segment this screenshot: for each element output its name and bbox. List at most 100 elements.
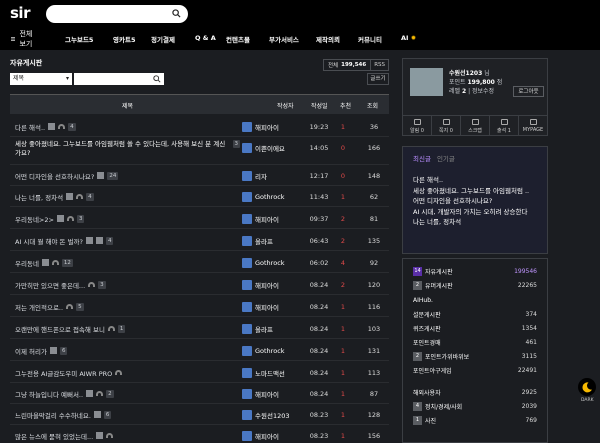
board-list-item[interactable]: 4 정치/경제/사회 2039 [403, 400, 547, 413]
latest-item[interactable]: 세상 좋아졌네요. 그누보드를 아임웹처럼 .. [413, 186, 543, 197]
edit-info-link[interactable]: 정보수정 [472, 88, 494, 95]
write-button[interactable]: 글쓰기 [367, 73, 389, 85]
post-title[interactable]: 그누전용 AI글감도우미 AIWR PRO [15, 362, 240, 383]
board-name[interactable]: 해외사용자 [413, 388, 441, 397]
nav-ai[interactable]: AI ✹ [401, 34, 416, 42]
author-name[interactable]: Gothrock [255, 259, 285, 267]
nav-gnuboard5[interactable]: 그누보드5 [65, 34, 93, 44]
latest-item[interactable]: AI 시대, 개발자의 가치는 오히려 상승한다 [413, 207, 543, 218]
board-name[interactable]: 퀴즈게시판 [413, 324, 441, 333]
alarm-button[interactable]: 알림 0 [403, 116, 432, 136]
table-row[interactable]: 어떤 디자인을 선호하시나요? 24 리자 12:17 0 148 [10, 165, 389, 186]
table-row[interactable]: 느린마을막걸리 수수하네요. 6 수원선1203 08.23 1 128 [10, 404, 389, 425]
author-name[interactable]: 올라프 [255, 324, 273, 334]
author-name[interactable]: 해피아이 [255, 389, 279, 399]
table-row[interactable]: 이제 허리가 6 Gothrock 08.24 1 131 [10, 340, 389, 361]
table-row[interactable]: 그냥 하늘입니다 예뻐서.. 2 해피아이 08.24 1 87 [10, 383, 389, 404]
board-name[interactable]: 자유게시판 [425, 267, 453, 276]
author-name[interactable]: 해피아이 [255, 122, 279, 132]
moon-icon[interactable] [578, 378, 596, 396]
post-title[interactable]: 느린마을막걸리 수수하네요. 6 [15, 404, 240, 425]
table-row[interactable]: 많은 뉴스에 묻혀 있었는데... 해피아이 08.23 1 156 [10, 425, 389, 443]
table-row[interactable]: 나는 너를, 정차석 4 Gothrock 11:43 1 62 [10, 186, 389, 207]
nav-qna[interactable]: Q & A [195, 34, 216, 42]
post-title-text[interactable]: 그누전용 AI글감도우미 AIWR PRO [15, 368, 112, 378]
author-name[interactable]: Gothrock [255, 193, 285, 201]
post-title[interactable]: 그냥 하늘입니다 예뻐서.. 2 [15, 383, 240, 404]
post-author[interactable]: 올라프 [242, 318, 273, 339]
board-name[interactable]: 설문게시판 [413, 310, 441, 319]
post-title[interactable]: 다른 해석.. 4 [15, 116, 240, 137]
table-row[interactable]: 우리동네>2> 3 해피아이 09:37 2 81 [10, 208, 389, 229]
tab-latest[interactable]: 최신글 [413, 155, 431, 163]
author-name[interactable]: 리자 [255, 171, 267, 181]
board-name[interactable]: 사진 [425, 416, 436, 425]
post-title-text[interactable]: 우리동네>2> [15, 214, 54, 224]
memo-button[interactable]: 쪽지 0 [432, 116, 461, 136]
logout-button[interactable]: 로그아웃 [513, 86, 544, 97]
table-row[interactable]: 가만히만 있으면 좋은데... 3 해피아이 08.24 2 120 [10, 274, 389, 295]
post-title-text[interactable]: 이제 허리가 [15, 346, 47, 356]
board-list-item[interactable]: 1 사진 769 [403, 414, 547, 427]
board-list-item[interactable]: 2 포인트가위바위보 3115 [403, 350, 547, 363]
post-author[interactable]: 노마드맥선 [242, 362, 285, 383]
author-name[interactable]: 수원선1203 [255, 410, 289, 420]
board-list-item[interactable]: 해외사용자 2925 [403, 386, 547, 399]
board-list-item[interactable]: 포인트경매 461 [403, 336, 547, 349]
nav-youngcart5[interactable]: 영카트5 [113, 34, 135, 44]
table-row[interactable]: 그누전용 AI글감도우미 AIWR PRO 노마드맥선 08.24 1 113 [10, 362, 389, 383]
table-row[interactable]: 오랜만에 핸드폰으로 접속해 보니 1 올라프 08.24 1 103 [10, 318, 389, 339]
nav-content-mall[interactable]: 컨텐츠몰 [226, 34, 250, 44]
search-input[interactable] [46, 5, 188, 23]
post-author[interactable]: 리자 [242, 165, 267, 186]
latest-item[interactable]: 다른 해석.. [413, 175, 543, 186]
site-logo[interactable]: sir [10, 4, 30, 22]
post-title[interactable]: 우리동네>2> 3 [15, 208, 240, 229]
post-title-text[interactable]: 많은 뉴스에 묻혀 있었는데... [15, 431, 93, 441]
post-title-text[interactable]: 그냥 하늘입니다 예뻐서.. [15, 389, 83, 399]
board-name[interactable]: 정치/경제/사회 [425, 402, 462, 411]
nav-subscription[interactable]: 정기결제 [151, 34, 175, 44]
post-title-text[interactable]: 가만히만 있으면 좋은데... [15, 280, 85, 290]
author-name[interactable]: 해피아이 [255, 214, 279, 224]
search-icon[interactable] [172, 9, 181, 18]
search-icon[interactable] [153, 75, 161, 83]
board-list-item[interactable]: 14 자유게시판 199546 [403, 265, 547, 278]
tab-popular[interactable]: 인기글 [437, 155, 455, 163]
post-title[interactable]: 저는 개인적으로.. 5 [15, 296, 240, 317]
all-menu-button[interactable]: 전체보기 [0, 29, 36, 49]
post-title[interactable]: 이제 허리가 6 [15, 340, 240, 361]
author-name[interactable]: 노마드맥선 [255, 368, 285, 378]
post-title[interactable]: 많은 뉴스에 묻혀 있었는데... [15, 425, 240, 443]
latest-item[interactable]: 어떤 디자인을 선호하시나요? [413, 196, 543, 207]
board-list-item[interactable]: 설문게시판 374 [403, 308, 547, 321]
post-title[interactable]: AI 시대 뭘 해야 돈 벌까? 4 [15, 230, 240, 251]
board-list-item[interactable]: 2 유머게시판 22265 [403, 279, 547, 292]
post-author[interactable]: Gothrock [242, 186, 285, 207]
profile-name[interactable]: 수원선1203 [449, 70, 482, 77]
nav-addon-service[interactable]: 부가서비스 [269, 34, 299, 44]
post-author[interactable]: 수원선1203 [242, 404, 289, 425]
post-author[interactable]: 올라프 [242, 230, 273, 251]
author-name[interactable]: 해피아이 [255, 431, 279, 441]
author-name[interactable]: 해피아이 [255, 280, 279, 290]
post-title-text[interactable]: 우리동네 [15, 258, 39, 268]
post-author[interactable]: 해피아이 [242, 425, 279, 443]
post-title[interactable]: 어떤 디자인을 선호하시나요? 24 [15, 165, 240, 186]
post-title-text[interactable]: 나는 너를, 정차석 [15, 192, 63, 202]
profile-thumbnail[interactable] [410, 68, 443, 96]
author-name[interactable]: Gothrock [255, 347, 285, 355]
post-title[interactable]: 가만히만 있으면 좋은데... 3 [15, 274, 240, 295]
table-row[interactable]: 다른 해석.. 4 해피아이 19:23 1 36 [10, 116, 389, 137]
table-row[interactable]: 저는 개인적으로.. 5 해피아이 08.24 1 116 [10, 296, 389, 317]
board-list-item[interactable]: 퀴즈게시판 1354 [403, 322, 547, 335]
board-list-item[interactable]: AIHub. [403, 294, 547, 307]
nav-custom-request[interactable]: 제작의뢰 [316, 34, 340, 44]
post-title-text[interactable]: 어떤 디자인을 선호하시나요? [15, 171, 94, 181]
dark-mode-label[interactable]: DARK [581, 398, 594, 403]
post-title-text[interactable]: 오랜만에 핸드폰으로 접속해 보니 [15, 324, 105, 334]
author-name[interactable]: 해피아이 [255, 302, 279, 312]
board-name[interactable]: 포인트경매 [413, 338, 441, 347]
nav-community[interactable]: 커뮤니티 [358, 34, 382, 44]
table-row[interactable]: 우리동네 12 Gothrock 06:02 4 92 [10, 252, 389, 273]
